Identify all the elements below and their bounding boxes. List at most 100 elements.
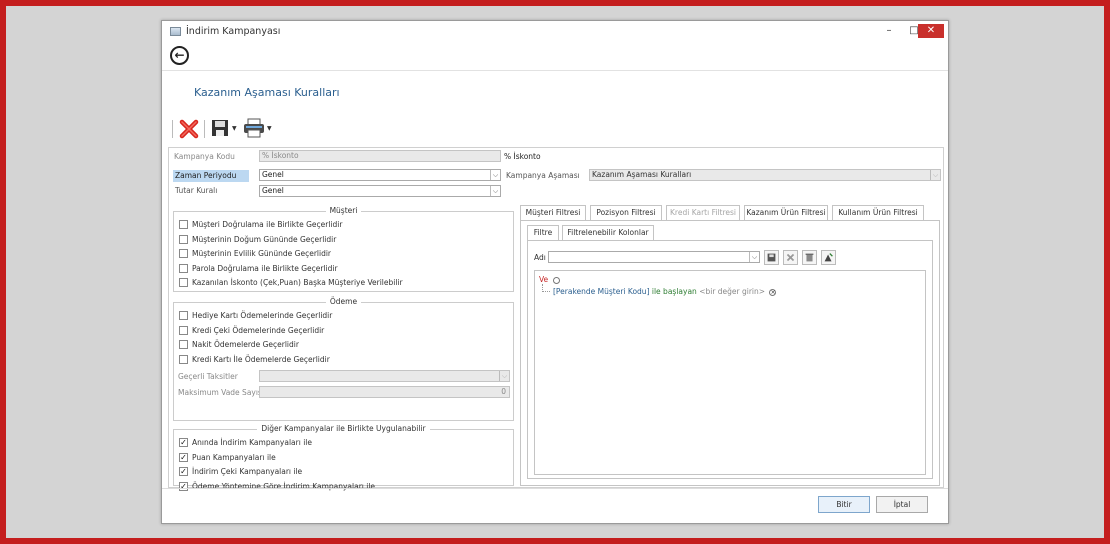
checkbox-row[interactable]: Parola Doğrulama ile Birlikte Geçerlidir	[179, 263, 338, 275]
time-period-value: Genel	[262, 170, 284, 179]
delete-filter-icon[interactable]	[783, 250, 798, 265]
checkbox-label: Hediye Kartı Ödemelerinde Geçerlidir	[192, 311, 333, 320]
tab-customer-filter[interactable]: Müşteri Filtresi	[520, 205, 586, 221]
checkbox-row[interactable]: Nakit Ödemelerde Geçerlidir	[179, 339, 299, 351]
finish-button[interactable]: Bitir	[818, 496, 870, 513]
checkbox[interactable]	[179, 339, 188, 349]
max-term-field: 0	[259, 386, 510, 398]
checkbox-checked[interactable]: ✓	[179, 481, 188, 491]
clear-filter-icon[interactable]	[821, 250, 836, 265]
checkbox-checked[interactable]: ✓	[179, 466, 188, 476]
trash-icon[interactable]	[802, 250, 817, 265]
checkbox-row[interactable]: ✓ Puan Kampanyaları ile	[179, 452, 276, 464]
filter-name-select[interactable]: ⌵	[548, 251, 760, 263]
checkbox-label: Parola Doğrulama ile Birlikte Geçerlidir	[192, 264, 338, 273]
checkbox-label: Müşterinin Doğum Gününde Geçerlidir	[192, 235, 337, 244]
toolbar-separator	[172, 120, 173, 138]
checkbox-row[interactable]: Hediye Kartı Ödemelerinde Geçerlidir	[179, 310, 332, 322]
footer-divider	[162, 488, 948, 489]
filter-editor: Adı ⌵ Ve [Perakende Müşteri Kodu] ile ba…	[527, 240, 933, 479]
print-icon[interactable]	[243, 118, 265, 138]
subtab-filterable-columns[interactable]: Filtrelenebilir Kolonlar	[562, 225, 654, 241]
customer-group-title: Müşteri	[325, 206, 362, 215]
campaign-code-description: % İskonto	[504, 152, 541, 161]
checkbox-label: Müşterinin Evlilik Gününde Geçerlidir	[192, 249, 331, 258]
checkbox-row[interactable]: Kredi Kartı İle Ödemelerde Geçerlidir	[179, 354, 330, 366]
chevron-down-icon[interactable]: ⌵	[490, 186, 500, 196]
checkbox-row[interactable]: Kazanılan İskonto (Çek,Puan) Başka Müşte…	[179, 277, 403, 289]
header-divider	[162, 70, 948, 71]
back-arrow-icon[interactable]: ←	[170, 46, 189, 65]
title-bar: İndirim Kampanyası – □ ✕	[162, 21, 948, 43]
time-period-select[interactable]: Genel ⌵	[259, 169, 501, 181]
filter-group-row: Ve	[539, 275, 560, 284]
checkbox-row[interactable]: ✓ Ödeme Yöntemine Göre İndirim Kampanyala…	[179, 481, 375, 493]
tree-connector	[542, 284, 550, 292]
customer-filter-panel: Filtre Filtrelenebilir Kolonlar Adı ⌵ Ve…	[520, 220, 940, 486]
checkbox-label: Kazanılan İskonto (Çek,Puan) Başka Müşte…	[192, 278, 403, 287]
tab-position-filter[interactable]: Pozisyon Filtresi	[590, 205, 662, 221]
checkbox[interactable]	[179, 263, 188, 273]
filter-actions	[764, 250, 844, 265]
checkbox-row[interactable]: Müşteri Doğrulama ile Birlikte Geçerlidi…	[179, 219, 342, 231]
condition-field[interactable]: [Perakende Müşteri Kodu]	[553, 287, 650, 296]
toolbar-separator	[204, 120, 205, 138]
subtab-filter[interactable]: Filtre	[527, 225, 559, 241]
checkbox[interactable]	[179, 310, 188, 320]
save-filter-icon[interactable]	[764, 250, 779, 265]
valid-installments-select: ⌵	[259, 370, 510, 382]
minimize-button[interactable]: –	[878, 24, 900, 38]
tab-earned-product-filter[interactable]: Kazanım Ürün Filtresi	[744, 205, 828, 221]
checkbox-label: İndirim Çeki Kampanyaları ile	[192, 467, 303, 476]
amount-rule-select[interactable]: Genel ⌵	[259, 185, 501, 197]
tab-used-product-filter[interactable]: Kullanım Ürün Filtresi	[832, 205, 924, 221]
chevron-down-icon[interactable]: ⌵	[490, 170, 500, 180]
checkbox-label: Kredi Kartı İle Ödemelerde Geçerlidir	[192, 355, 330, 364]
filter-root-operator[interactable]: Ve	[539, 275, 548, 284]
campaign-stage-select: Kazanım Aşaması Kuralları ⌵	[589, 169, 941, 181]
chevron-down-icon: ⌵	[930, 170, 940, 180]
other-campaigns-group: Diğer Kampanyalar ile Birlikte Uygulanab…	[173, 424, 514, 491]
save-dropdown-icon[interactable]: ▼	[232, 125, 237, 132]
checkbox[interactable]	[179, 354, 188, 364]
campaign-window: İndirim Kampanyası – □ ✕ ← Kazanım Aşama…	[161, 20, 949, 524]
campaign-stage-label: Kampanya Aşaması	[506, 171, 580, 180]
checkbox-label: Nakit Ödemelerde Geçerlidir	[192, 340, 299, 349]
tab-credit-card-filter: Kredi Kartı Filtresi	[666, 205, 740, 221]
customer-group: Müşteri Müşteri Doğrulama ile Birlikte G…	[173, 206, 514, 292]
checkbox[interactable]	[179, 277, 188, 287]
app-window-icon	[170, 27, 181, 36]
valid-installments-label: Geçerli Taksitler	[178, 372, 238, 381]
checkbox-row[interactable]: ✓ İndirim Çeki Kampanyaları ile	[179, 466, 302, 478]
checkbox[interactable]	[179, 234, 188, 244]
checkbox-row[interactable]: Müşterinin Evlilik Gününde Geçerlidir	[179, 248, 331, 260]
checkbox[interactable]	[179, 219, 188, 229]
campaign-code-field: % İskonto	[259, 150, 501, 162]
print-dropdown-icon[interactable]: ▼	[267, 125, 272, 132]
page-title: Kazanım Aşaması Kuralları	[194, 86, 340, 99]
chevron-down-icon[interactable]: ⌵	[749, 252, 759, 262]
remove-condition-icon[interactable]: ×	[769, 288, 777, 296]
amount-rule-label: Tutar Kuralı	[175, 186, 218, 195]
amount-rule-value: Genel	[262, 186, 284, 195]
checkbox[interactable]	[179, 325, 188, 335]
close-button[interactable]: ✕	[918, 24, 944, 38]
checkbox-checked[interactable]: ✓	[179, 452, 188, 462]
filter-tree: Ve [Perakende Müşteri Kodu] ile başlayan…	[534, 270, 926, 475]
delete-icon[interactable]	[178, 118, 200, 140]
add-condition-icon[interactable]	[552, 276, 560, 284]
cancel-button[interactable]: İptal	[876, 496, 928, 513]
name-label: Adı	[534, 253, 546, 262]
save-icon[interactable]	[210, 118, 230, 138]
payment-group: Ödeme Hediye Kartı Ödemelerinde Geçerlid…	[173, 297, 514, 421]
checkbox-row[interactable]: Kredi Çeki Ödemelerinde Geçerlidir	[179, 325, 324, 337]
condition-value[interactable]: <bir değer girin>	[699, 287, 765, 296]
checkbox-label: Puan Kampanyaları ile	[192, 453, 276, 462]
time-period-label: Zaman Periyodu	[173, 170, 249, 182]
campaign-stage-value: Kazanım Aşaması Kuralları	[592, 170, 692, 179]
checkbox-row[interactable]: Müşterinin Doğum Gününde Geçerlidir	[179, 234, 336, 246]
checkbox[interactable]	[179, 248, 188, 258]
checkbox-checked[interactable]: ✓	[179, 437, 188, 447]
condition-operator[interactable]: ile başlayan	[652, 287, 697, 296]
checkbox-row[interactable]: ✓ Anında İndirim Kampanyaları ile	[179, 437, 312, 449]
